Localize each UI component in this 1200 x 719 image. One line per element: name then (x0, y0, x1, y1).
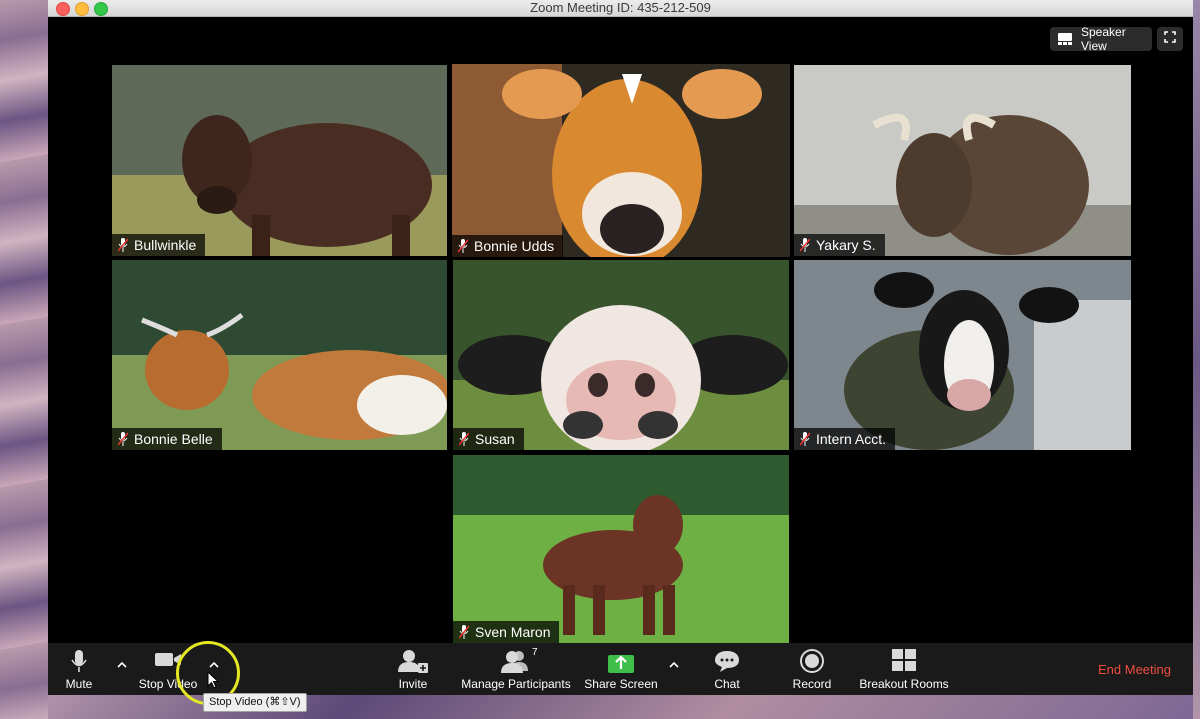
chat-bubble-icon (714, 649, 740, 676)
mute-button[interactable]: Mute (56, 643, 102, 695)
video-tile-bullwinkle[interactable]: Bullwinkle (112, 65, 447, 256)
muted-mic-icon (459, 625, 469, 639)
fullscreen-icon (1164, 30, 1176, 48)
audio-options-chevron-up-icon[interactable] (116, 657, 128, 668)
muted-mic-icon (458, 239, 468, 253)
muted-mic-icon (800, 238, 810, 252)
speaker-view-label: Speaker View (1081, 25, 1126, 53)
muted-mic-icon (118, 432, 128, 446)
participant-name-tag: Intern Acct. (794, 428, 896, 450)
mouse-cursor-icon (207, 671, 219, 689)
video-feed (112, 65, 447, 256)
desktop-background-right (1193, 0, 1200, 719)
participant-name-tag: Bonnie Udds (452, 235, 564, 257)
participant-name: Bonnie Belle (134, 431, 213, 447)
video-feed (452, 64, 790, 257)
microphone-icon (71, 649, 87, 676)
add-person-icon (398, 649, 428, 676)
share-screen-icon (608, 649, 634, 676)
muted-mic-icon (800, 432, 810, 446)
video-feed (112, 260, 447, 450)
chat-button[interactable]: Chat (705, 643, 749, 695)
manage-participants-button[interactable]: 7 Manage Participants (458, 643, 574, 695)
invite-label: Invite (398, 677, 428, 691)
video-feed (453, 260, 789, 450)
muted-mic-icon (459, 432, 469, 446)
participant-name: Intern Acct. (816, 431, 887, 447)
participant-name: Yakary S. (816, 237, 876, 253)
mute-label: Mute (65, 677, 93, 691)
invite-button[interactable]: Invite (389, 643, 437, 695)
participant-name: Sven Maron (475, 624, 551, 640)
end-meeting-button[interactable]: End Meeting (1098, 662, 1171, 677)
window-title: Zoom Meeting ID: 435-212-509 (530, 0, 711, 15)
share-options-chevron-up-icon[interactable] (668, 657, 680, 668)
manage-participants-label: Manage Participants (461, 677, 571, 691)
participants-icon (501, 649, 531, 676)
share-screen-label: Share Screen (584, 677, 658, 691)
participant-name-tag: Bullwinkle (112, 234, 206, 256)
video-tile-susan[interactable]: Susan (453, 260, 789, 450)
participant-name: Susan (475, 431, 515, 447)
title-bar: Zoom Meeting ID: 435-212-509 (48, 0, 1193, 17)
stop-video-tooltip: Stop Video (⌘⇧V) (203, 693, 307, 712)
video-tile-yakary[interactable]: Yakary S. (794, 65, 1131, 256)
muted-mic-icon (118, 238, 128, 252)
participant-name-tag: Bonnie Belle (112, 428, 222, 450)
video-tile-bonnie-udds[interactable]: Bonnie Udds (452, 64, 790, 257)
breakout-rooms-label: Breakout Rooms (859, 677, 949, 691)
participant-name-tag: Susan (453, 428, 524, 450)
participant-name-tag: Yakary S. (794, 234, 885, 256)
participant-name: Bonnie Udds (474, 238, 555, 254)
participant-name: Bullwinkle (134, 237, 197, 253)
fullscreen-button[interactable] (1157, 27, 1183, 51)
video-feed (794, 260, 1131, 450)
speaker-view-button[interactable]: Speaker View (1050, 25, 1152, 53)
desktop-background-left (0, 0, 48, 719)
video-tile-intern-acct[interactable]: Intern Acct. (794, 260, 1131, 450)
video-feed (794, 65, 1131, 256)
zoom-meeting-window: Zoom Meeting ID: 435-212-509 Speaker Vie… (48, 0, 1193, 695)
chat-label: Chat (714, 677, 740, 691)
record-button[interactable]: Record (788, 643, 836, 695)
participant-name-tag: Sven Maron (453, 621, 560, 643)
video-tile-bonnie-belle[interactable]: Bonnie Belle (112, 260, 447, 450)
record-icon (799, 649, 825, 678)
video-feed (453, 455, 789, 643)
breakout-rooms-button[interactable]: Breakout Rooms (856, 643, 952, 695)
breakout-rooms-icon (892, 649, 916, 674)
share-screen-button[interactable]: Share Screen (584, 643, 658, 695)
speaker-view-icon (1058, 33, 1072, 45)
record-label: Record (792, 677, 832, 691)
video-tile-sven-maron[interactable]: Sven Maron (453, 455, 789, 643)
participant-count: 7 (532, 647, 538, 658)
